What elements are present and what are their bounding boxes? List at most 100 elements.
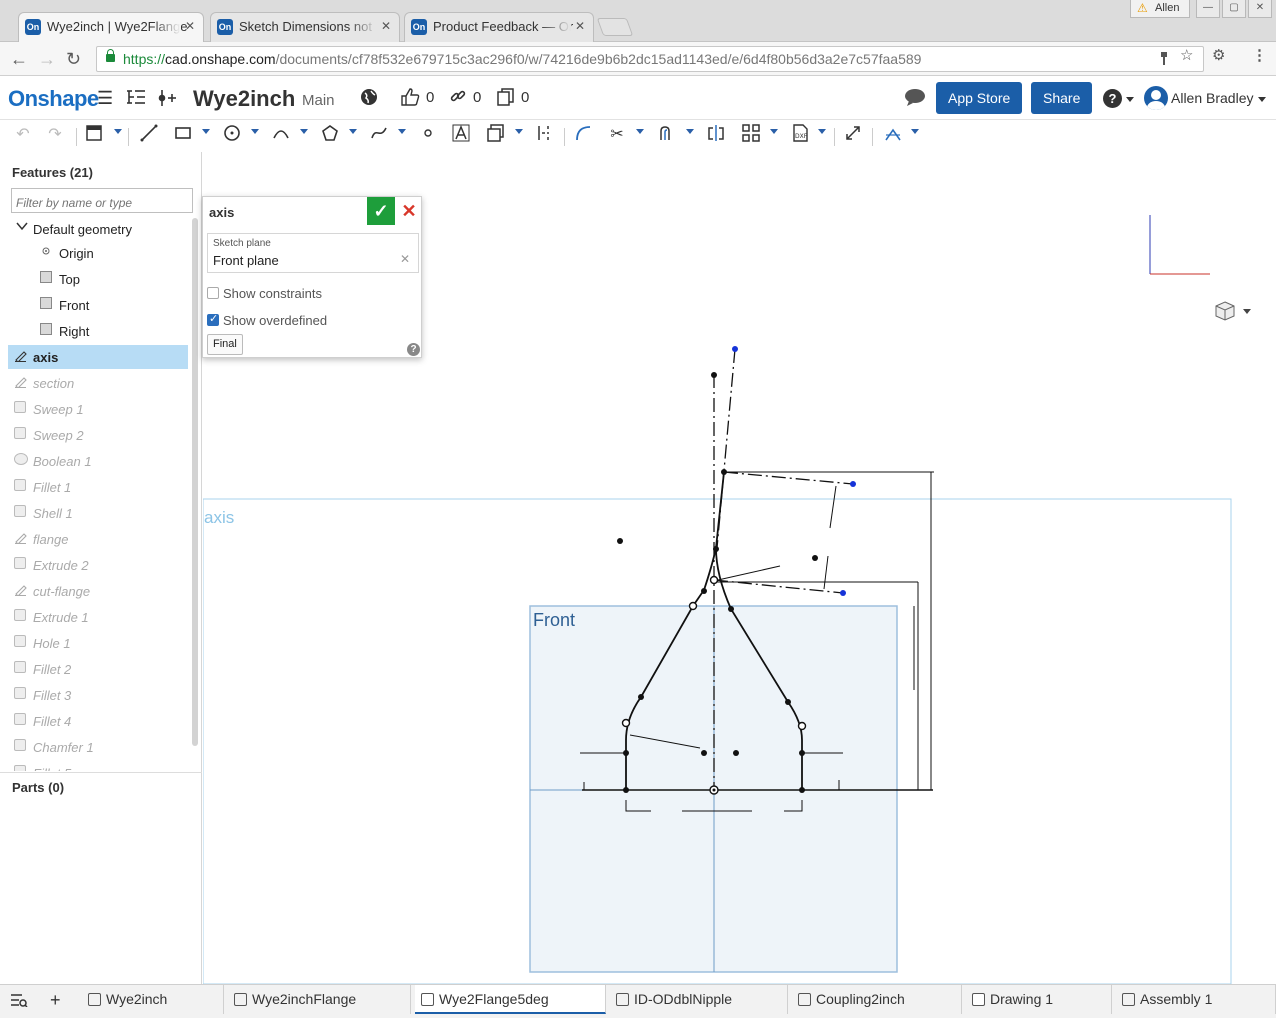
feature-row-extrude-2[interactable]: Extrude 2 <box>8 553 188 577</box>
point-tool-icon[interactable] <box>417 124 439 146</box>
versions-history-icon[interactable] <box>126 88 146 111</box>
redo-icon[interactable]: ↷ <box>44 124 66 146</box>
dropdown-caret-icon[interactable] <box>398 129 406 134</box>
tab-close-icon[interactable]: ✕ <box>575 19 585 33</box>
document-tab-id-oddblnipple[interactable]: ID-ODdblNipple <box>610 985 788 1014</box>
close-window-button[interactable]: ✕ <box>1248 0 1272 18</box>
feature-row-front[interactable]: Front <box>8 293 188 317</box>
tab-manager-icon[interactable] <box>10 993 28 1010</box>
back-arrow-icon[interactable]: ← <box>10 49 28 70</box>
feature-row-axis[interactable]: axis <box>8 345 188 369</box>
mirror-tool-icon[interactable] <box>705 124 727 146</box>
spline-tool-icon[interactable] <box>368 124 390 146</box>
app-store-button[interactable]: App Store <box>936 82 1023 114</box>
document-name[interactable]: Wye2inch <box>193 86 295 112</box>
maximize-window-button[interactable]: ▢ <box>1222 0 1246 18</box>
insert-feature-icon[interactable] <box>158 88 178 113</box>
view-cube-icon[interactable] <box>1214 300 1236 325</box>
offset-tool-icon[interactable] <box>656 124 678 146</box>
dropdown-caret-icon[interactable] <box>770 129 778 134</box>
document-tab-wye2inchflange[interactable]: Wye2inchFlange <box>228 985 411 1014</box>
dropdown-caret-icon[interactable] <box>515 129 523 134</box>
feature-row-sweep-2[interactable]: Sweep 2 <box>8 423 188 447</box>
workspace-branch[interactable]: Main <box>302 92 335 109</box>
new-tab-button[interactable] <box>596 18 634 36</box>
browser-tab-wye2inch[interactable]: On Wye2inch | Wye2Flange ✕ <box>18 12 204 43</box>
extension-icon[interactable]: ⚙ <box>1212 46 1225 64</box>
dxf-import-icon[interactable]: DXF <box>789 124 811 146</box>
sketch-fillet-icon[interactable] <box>572 124 594 146</box>
help-dropdown-icon[interactable] <box>1126 97 1134 102</box>
onshape-logo[interactable]: Onshape <box>8 86 99 112</box>
minimize-window-button[interactable]: — <box>1196 0 1220 18</box>
feature-row-fillet-1[interactable]: Fillet 1 <box>8 475 188 499</box>
add-tab-plus-icon[interactable]: + <box>50 990 61 1011</box>
polygon-tool-icon[interactable] <box>319 124 341 146</box>
trim-scissors-icon[interactable]: ✂ <box>606 124 628 146</box>
user-avatar[interactable] <box>1144 86 1168 110</box>
constraints-tool-icon[interactable] <box>882 124 904 146</box>
feature-row-section[interactable]: section <box>8 371 188 395</box>
feature-row-origin[interactable]: Origin <box>8 241 188 265</box>
url-field[interactable]: https://cad.onshape.com/documents/cf78f5… <box>96 46 1204 72</box>
feature-row-flange[interactable]: flange <box>8 527 188 551</box>
document-tab-coupling2inch[interactable]: Coupling2inch <box>792 985 962 1014</box>
link-icon[interactable] <box>450 88 466 109</box>
browser-profile-chip[interactable]: ⚠ Allen <box>1130 0 1190 18</box>
feature-row-cut-flange[interactable]: cut-flange <box>8 579 188 603</box>
feature-row-fillet-5[interactable]: Fillet 5 <box>8 761 188 771</box>
rectangle-tool-icon[interactable] <box>172 124 194 146</box>
dimension-tool-icon[interactable] <box>842 124 864 146</box>
dropdown-caret-icon[interactable] <box>202 129 210 134</box>
feature-row-chamfer-1[interactable]: Chamfer 1 <box>8 735 188 759</box>
feature-row-top[interactable]: Top <box>8 267 188 291</box>
pattern-tool-icon[interactable] <box>740 124 762 146</box>
comments-icon[interactable] <box>904 88 926 111</box>
document-tab-assembly-1[interactable]: Assembly 1 <box>1116 985 1276 1014</box>
browser-tab-sketch-dimensions[interactable]: On Sketch Dimensions not ✕ <box>210 12 400 42</box>
user-name[interactable]: Allen Bradley <box>1171 90 1254 106</box>
dropdown-caret-icon[interactable] <box>911 129 919 134</box>
line-tool-icon[interactable] <box>138 124 160 146</box>
bookmark-star-icon[interactable]: ☆ <box>1180 46 1193 64</box>
browser-tab-product-feedback[interactable]: On Product Feedback — Or ✕ <box>404 12 594 42</box>
feature-row-extrude-1[interactable]: Extrude 1 <box>8 605 188 629</box>
feature-list-scrollbar[interactable] <box>192 218 198 746</box>
dropdown-caret-icon[interactable] <box>300 129 308 134</box>
tab-close-icon[interactable]: ✕ <box>185 19 195 33</box>
reload-icon[interactable]: ↻ <box>66 49 81 70</box>
dropdown-caret-icon[interactable] <box>636 129 644 134</box>
dropdown-caret-icon[interactable] <box>349 129 357 134</box>
feature-row-hole-1[interactable]: Hole 1 <box>8 631 188 655</box>
dropdown-caret-icon[interactable] <box>251 129 259 134</box>
undo-icon[interactable]: ↶ <box>12 124 34 146</box>
feature-row-fillet-3[interactable]: Fillet 3 <box>8 683 188 707</box>
construction-tool-icon[interactable] <box>534 124 556 146</box>
circle-tool-icon[interactable] <box>221 124 243 146</box>
like-thumbs-up-icon[interactable] <box>400 88 420 111</box>
feature-row-shell-1[interactable]: Shell 1 <box>8 501 188 525</box>
document-tab-wye2inch[interactable]: Wye2inch <box>82 985 224 1014</box>
browser-menu-icon[interactable]: ⋮ <box>1252 46 1267 64</box>
tab-close-icon[interactable]: ✕ <box>381 19 391 33</box>
dropdown-caret-icon[interactable] <box>818 129 826 134</box>
graphics-canvas[interactable]: axis Front <box>203 152 1276 984</box>
view-options-dropdown-icon[interactable] <box>1243 309 1251 314</box>
copies-icon[interactable] <box>497 88 515 111</box>
feature-row-fillet-2[interactable]: Fillet 2 <box>8 657 188 681</box>
document-tab-wye2flange5deg[interactable]: Wye2Flange5deg <box>415 985 606 1014</box>
dropdown-caret-icon[interactable] <box>114 129 122 134</box>
hamburger-menu-icon[interactable]: ☰ <box>97 88 113 109</box>
text-tool-icon[interactable] <box>450 124 472 146</box>
use-project-icon[interactable] <box>84 124 106 146</box>
feature-row-fillet-4[interactable]: Fillet 4 <box>8 709 188 733</box>
feature-row-right[interactable]: Right <box>8 319 188 343</box>
dropdown-caret-icon[interactable] <box>686 129 694 134</box>
share-button[interactable]: Share <box>1031 82 1093 114</box>
feature-row-sweep-1[interactable]: Sweep 1 <box>8 397 188 421</box>
feature-row-boolean-1[interactable]: Boolean 1 <box>8 449 188 473</box>
globe-public-icon[interactable] <box>360 88 378 111</box>
arc-tool-icon[interactable] <box>270 124 292 146</box>
key-icon[interactable] <box>1158 52 1170 70</box>
help-icon[interactable]: ? <box>1103 89 1122 108</box>
